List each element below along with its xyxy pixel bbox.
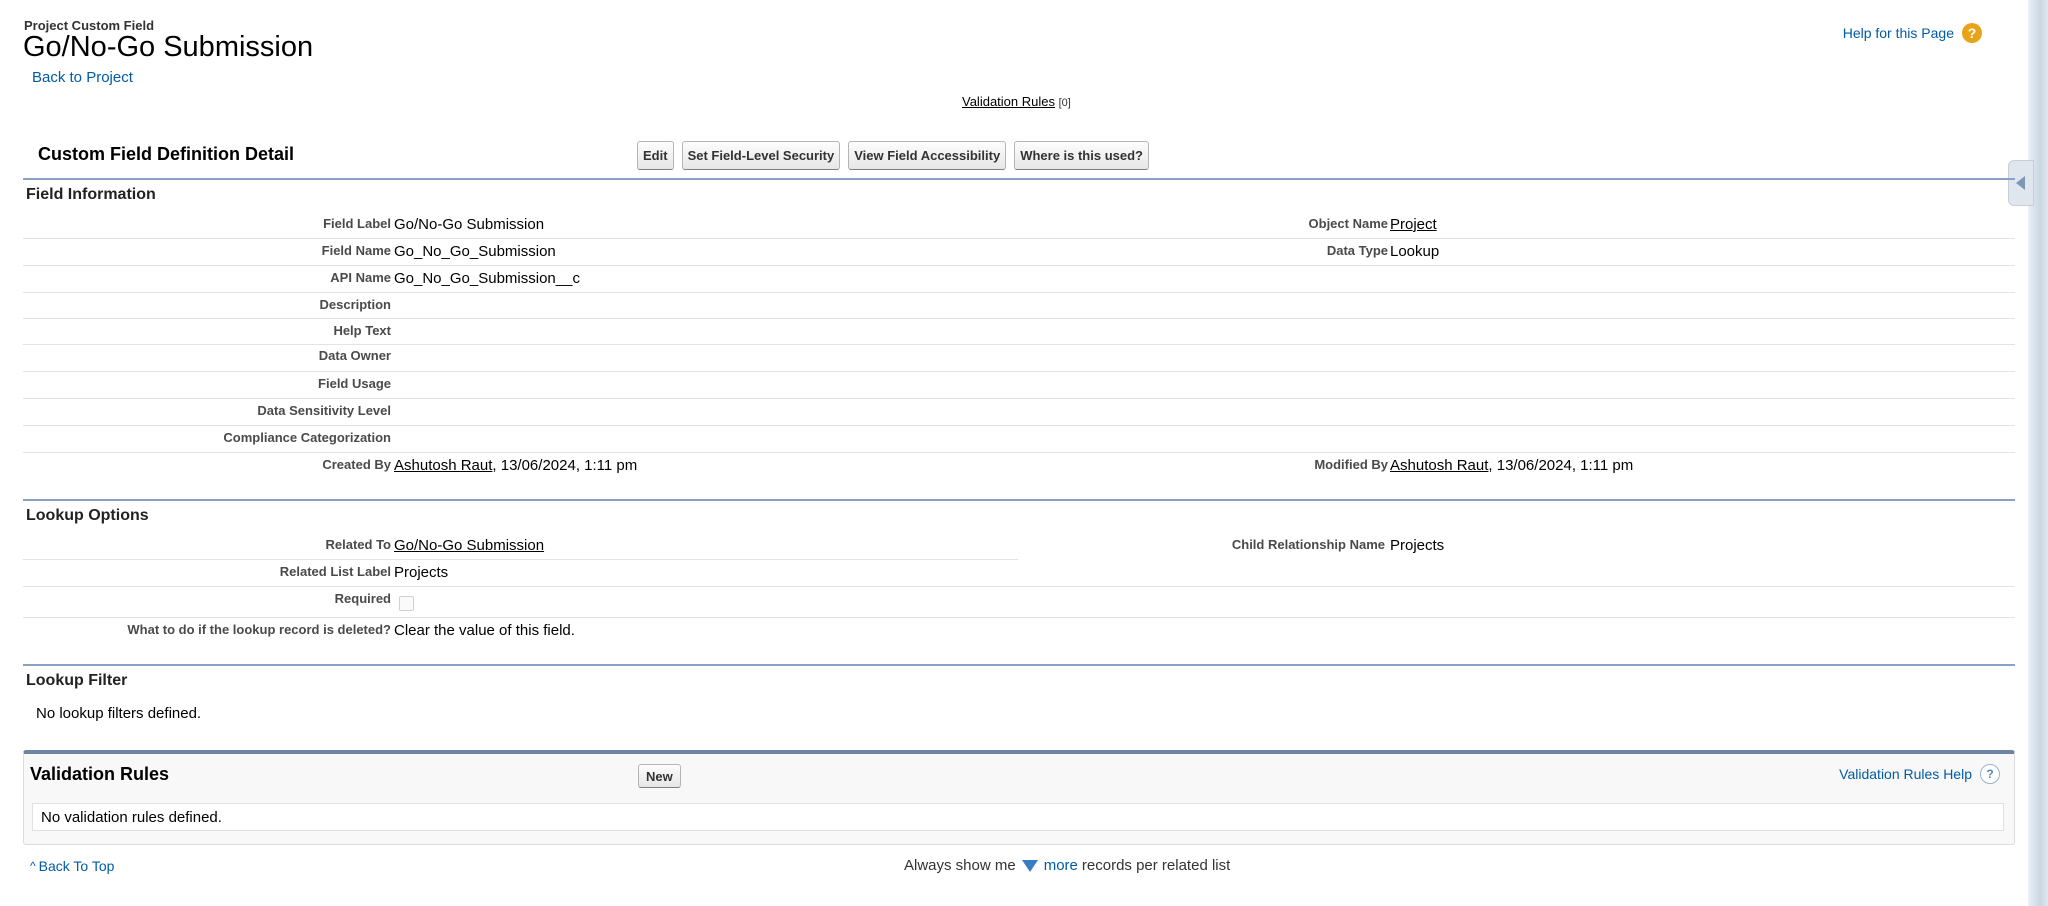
help-for-page-link[interactable]: Help for this Page [1843, 25, 1954, 41]
created-by-label: Created By [322, 457, 391, 472]
lookup-filter-heading: Lookup Filter [26, 672, 128, 689]
help-for-page[interactable]: Help for this Page ? [1843, 23, 1982, 43]
lookup-options-heading: Lookup Options [26, 507, 149, 524]
field-row-field-name: Field Name Go_No_Go_Submission Data Type… [23, 239, 2015, 266]
lookup-row-child-relationship: Child Relationship Name Projects [1020, 533, 2015, 559]
related-list-size-control: Always show me more records per related … [904, 857, 1230, 874]
field-information-heading: Field Information [26, 186, 156, 203]
back-to-project-link[interactable]: Back to Project [32, 69, 133, 86]
section-divider [23, 499, 2015, 501]
object-name-label: Object Name [1308, 216, 1388, 231]
right-edge-decoration [2028, 0, 2048, 906]
field-row-field-usage: Field Usage [23, 372, 2015, 399]
created-by-value: Ashutosh Raut, 13/06/2024, 1:11 pm [394, 457, 637, 474]
data-type-value: Lookup [1390, 243, 1440, 260]
lookup-row-required: Required [23, 587, 2015, 618]
related-list-label-value: Projects [394, 564, 449, 581]
field-row-help-text: Help Text [23, 319, 2015, 345]
required-checkbox [399, 596, 414, 611]
detail-title: Custom Field Definition Detail [38, 144, 295, 164]
description-label: Description [319, 297, 391, 312]
where-is-this-used-button[interactable]: Where is this used? [1014, 141, 1149, 170]
created-by-user-link[interactable]: Ashutosh Raut [394, 457, 492, 474]
lookup-row-delete-behavior: What to do if the lookup record is delet… [23, 618, 2015, 646]
field-name-label: Field Name [321, 243, 391, 258]
validation-rules-link[interactable]: Validation Rules [962, 94, 1055, 109]
field-row-compliance: Compliance Categorization [23, 426, 2015, 453]
validation-rules-jump[interactable]: Validation Rules [0] [962, 94, 1071, 109]
field-usage-label: Field Usage [318, 376, 391, 391]
collapse-panel-tab[interactable] [2008, 160, 2034, 206]
field-label-value: Go/No-Go Submission [394, 216, 545, 233]
created-by-date: , 13/06/2024, 1:11 pm [492, 457, 638, 474]
records-per-list-suffix: records per related list [1081, 857, 1231, 874]
dropdown-arrow-icon[interactable] [1021, 859, 1038, 872]
child-relationship-label: Child Relationship Name [1231, 537, 1385, 552]
validation-rules-help-link[interactable]: Validation Rules Help [1839, 766, 1972, 782]
help-icon[interactable]: ? [1980, 764, 2000, 784]
api-name-value: Go_No_Go_Submission__c [394, 270, 580, 287]
set-field-level-security-button[interactable]: Set Field-Level Security [681, 141, 841, 170]
delete-behavior-value: Clear the value of this field. [394, 622, 575, 639]
back-to-top-link[interactable]: Back To Top [39, 858, 115, 874]
no-validation-rules-text: No validation rules defined. [32, 803, 2004, 831]
field-row-api-name: API Name Go_No_Go_Submission__c [23, 266, 2015, 293]
validation-rules-count: [0] [1058, 97, 1071, 109]
related-to-label: Related To [325, 537, 392, 552]
field-label-label: Field Label [323, 216, 391, 231]
required-label: Required [334, 591, 391, 606]
data-type-label: Data Type [1326, 243, 1388, 258]
modified-by-date: , 13/06/2024, 1:11 pm [1488, 457, 1634, 474]
data-owner-label: Data Owner [318, 348, 391, 363]
view-field-accessibility-button[interactable]: View Field Accessibility [848, 141, 1007, 170]
section-divider [23, 178, 2015, 180]
help-text-label: Help Text [333, 323, 391, 338]
delete-behavior-label: What to do if the lookup record is delet… [127, 622, 391, 637]
new-validation-rule-button[interactable]: New [638, 764, 681, 788]
field-row-description: Description [23, 293, 2015, 319]
field-row-created-modified: Created By Ashutosh Raut, 13/06/2024, 1:… [23, 453, 2015, 481]
modified-by-value: Ashutosh Raut, 13/06/2024, 1:11 pm [1390, 457, 1633, 474]
modified-by-label: Modified By [1314, 457, 1388, 472]
back-to-top[interactable]: ^ Back To Top [30, 858, 114, 874]
detail-button-bar: Edit Set Field-Level Security View Field… [637, 141, 1149, 170]
data-sensitivity-label: Data Sensitivity Level [257, 403, 391, 418]
field-row-data-owner: Data Owner [23, 345, 2015, 372]
lookup-row-related-to: Related To Go/No-Go Submission [23, 533, 1018, 560]
field-row-field-label: Field Label Go/No-Go Submission Object N… [23, 212, 2015, 239]
edit-button[interactable]: Edit [637, 141, 674, 170]
compliance-label: Compliance Categorization [223, 430, 391, 445]
always-show-prefix: Always show me [904, 857, 1016, 874]
section-divider [23, 664, 2015, 666]
validation-rules-panel: Validation Rules New Validation Rules He… [23, 750, 2015, 845]
help-icon[interactable]: ? [1962, 23, 1982, 43]
validation-rules-title: Validation Rules [30, 764, 170, 784]
api-name-label: API Name [330, 270, 391, 285]
more-link[interactable]: more [1044, 857, 1078, 874]
lookup-row-related-list-label: Related List Label Projects [23, 560, 2015, 587]
no-lookup-filters-text: No lookup filters defined. [36, 705, 202, 722]
child-relationship-value: Projects [1390, 537, 1445, 554]
caret-up-icon: ^ [30, 859, 36, 873]
page-title: Go/No-Go Submission [23, 31, 314, 63]
validation-rules-help[interactable]: Validation Rules Help ? [1839, 764, 2000, 784]
field-row-data-sensitivity: Data Sensitivity Level [23, 399, 2015, 426]
related-list-label-label: Related List Label [279, 564, 391, 579]
object-name-link[interactable]: Project [1390, 216, 1437, 233]
modified-by-user-link[interactable]: Ashutosh Raut [1390, 457, 1488, 474]
field-name-value: Go_No_Go_Submission [394, 243, 556, 260]
related-to-link[interactable]: Go/No-Go Submission [394, 537, 544, 554]
